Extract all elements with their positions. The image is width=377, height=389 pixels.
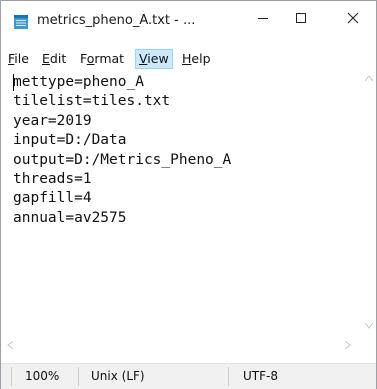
close-icon	[347, 9, 359, 28]
minimize-icon	[257, 9, 269, 28]
status-separator	[78, 367, 79, 386]
maximize-icon	[295, 9, 307, 28]
horizontal-scrollbar[interactable]	[1, 337, 361, 353]
notepad-icon	[13, 14, 29, 30]
status-bar: 100% Unix (LF) UTF-8	[1, 363, 376, 389]
scroll-left-icon[interactable]	[7, 340, 14, 352]
text-caret	[13, 74, 14, 91]
menu-format[interactable]: Format	[77, 50, 127, 68]
vertical-scrollbar[interactable]	[361, 70, 376, 346]
menu-view[interactable]: View	[135, 49, 173, 69]
maximize-button[interactable]	[279, 1, 323, 35]
line-ending: Unix (LF)	[91, 369, 145, 383]
menu-file[interactable]: File	[5, 50, 32, 68]
scroll-up-icon[interactable]	[364, 74, 374, 84]
status-separator	[228, 367, 229, 386]
scroll-right-icon[interactable]	[344, 340, 351, 352]
scroll-down-icon[interactable]	[364, 322, 374, 332]
status-separator	[11, 367, 12, 386]
menu-help[interactable]: Help	[179, 50, 214, 68]
window-title: metrics_pheno_A.txt - ...	[37, 13, 196, 28]
editor-content[interactable]: mettype=pheno_A tilelist=tiles.txt year=…	[13, 73, 231, 228]
menu-edit[interactable]: Edit	[39, 50, 69, 68]
zoom-level: 100%	[25, 369, 60, 383]
notepad-window: metrics_pheno_A.txt - ... File Edit Form…	[0, 0, 377, 389]
close-button[interactable]	[331, 1, 375, 35]
encoding: UTF-8	[243, 369, 278, 383]
title-bar[interactable]: metrics_pheno_A.txt - ...	[1, 1, 376, 43]
menu-bar: File Edit Format View Help	[1, 48, 376, 70]
text-editor[interactable]: mettype=pheno_A tilelist=tiles.txt year=…	[1, 70, 376, 346]
